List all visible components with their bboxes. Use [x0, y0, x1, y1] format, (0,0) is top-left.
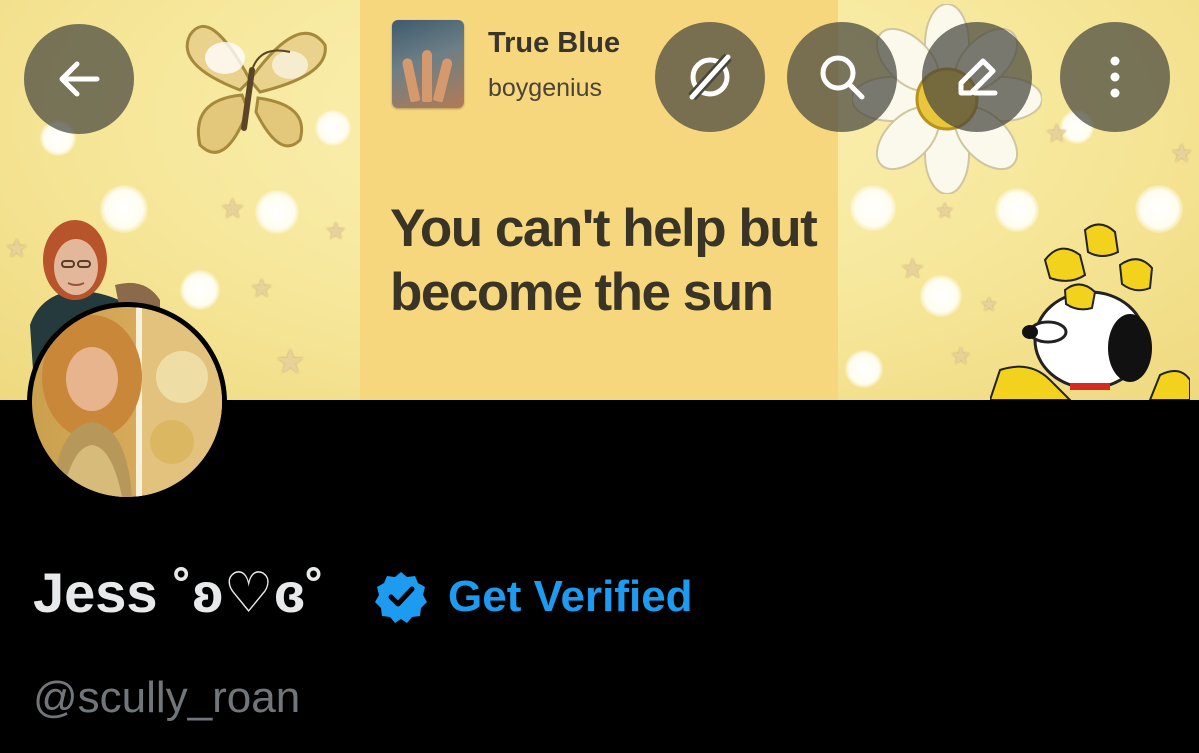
verified-badge-icon[interactable] [374, 570, 428, 624]
banner-star: ★ [325, 218, 347, 245]
avatar-portrait [42, 307, 222, 497]
banner-butterfly [185, 24, 327, 154]
search-icon [820, 55, 865, 100]
banner-star: ★ [935, 198, 955, 223]
banner-bokeh-dot [920, 275, 962, 317]
album-art-hand [401, 57, 421, 103]
disconnect-icon [688, 53, 732, 101]
more-options-button[interactable] [1060, 22, 1170, 132]
avatar[interactable] [27, 302, 227, 502]
search-button[interactable] [787, 22, 897, 132]
banner-star: ★ [250, 273, 274, 303]
banner-bokeh-dot [180, 270, 220, 310]
edit-button[interactable] [922, 22, 1032, 132]
disconnect-button[interactable] [655, 22, 765, 132]
more-vertical-icon [1110, 56, 1120, 98]
arrow-left-icon [59, 61, 100, 97]
banner-bokeh-dot [845, 350, 883, 388]
banner-star: ★ [900, 253, 926, 284]
get-verified-link[interactable]: Get Verified [448, 572, 693, 622]
back-button[interactable] [24, 24, 134, 134]
username-handle: @scully_roan [33, 673, 301, 722]
edit-icon [958, 58, 998, 96]
banner-star: ★ [220, 193, 246, 224]
avatar-image [32, 307, 222, 497]
banner-bokeh-dot [255, 190, 299, 234]
banner-star: ★ [950, 343, 972, 370]
song-title: True Blue [488, 27, 621, 59]
banner-star: ★ [1045, 118, 1069, 148]
banner-snoopy [990, 223, 1190, 400]
banner-star: ★ [1170, 138, 1194, 168]
album-art [392, 20, 464, 108]
display-name: Jess ˚ʚ♡ɞ˚ [33, 561, 325, 624]
song-artist: boygenius [488, 74, 602, 102]
album-art-hand [422, 50, 432, 102]
lyric-text: You can't help but become the sun [390, 199, 818, 322]
banner-star: ★ [275, 343, 306, 381]
album-art-hand [432, 57, 454, 103]
